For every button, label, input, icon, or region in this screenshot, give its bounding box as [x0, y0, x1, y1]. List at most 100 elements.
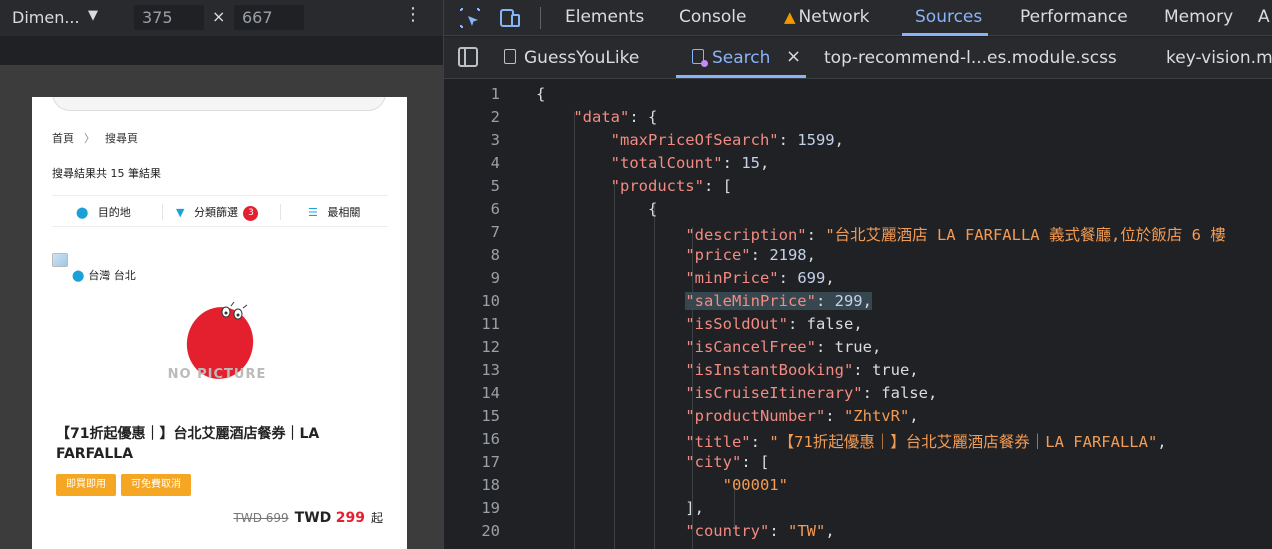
code-line[interactable]: 12 "isCancelFree": true, [444, 338, 1272, 361]
file-tab-top-recommend[interactable]: top-recommend-l...es.module.scss [824, 48, 1117, 68]
line-number[interactable]: 18 [444, 476, 500, 494]
code-line[interactable]: 2 "data": { [444, 108, 1272, 131]
code-editor[interactable]: 1{2 "data": {3 "maxPriceOfSearch": 1599,… [444, 80, 1272, 549]
device-dimensions-dropdown[interactable]: Dimen... [12, 8, 80, 27]
sale-price: 299 [335, 510, 365, 526]
code-line[interactable]: 8 "price": 2198, [444, 246, 1272, 269]
tab-sources[interactable]: Sources [915, 7, 982, 27]
code-line[interactable]: 10 "saleMinPrice": 299, [444, 292, 1272, 315]
line-number[interactable]: 15 [444, 407, 500, 425]
filter-category[interactable]: ▼ 分類篩選 3 [176, 204, 259, 221]
funnel-icon: ▼ [176, 206, 185, 219]
code-line[interactable]: 7 "description": "台北艾麗酒店 LA FARFALLA 義式餐… [444, 223, 1272, 246]
file-tab-guessyoulike[interactable]: GuessYouLike [504, 48, 639, 68]
times-icon: × [212, 7, 226, 26]
code-text: "isCancelFree": true, [685, 338, 882, 356]
line-number[interactable]: 10 [444, 292, 500, 310]
location-pin-icon: ⬤ [72, 269, 85, 282]
sort-lines-icon: ☰ [308, 206, 318, 219]
filter-destination[interactable]: ⬤ 目的地 [76, 204, 131, 220]
file-tab-label: GuessYouLike [524, 48, 640, 68]
product-location-text: 台灣 台北 [88, 269, 136, 282]
line-number[interactable]: 16 [444, 430, 500, 448]
device-toolbar-icon[interactable] [498, 6, 522, 30]
tab-memory[interactable]: Memory [1164, 7, 1233, 27]
tab-console[interactable]: Console [679, 7, 747, 27]
code-line[interactable]: 20 "country": "TW", [444, 522, 1272, 545]
code-text: "00001" [722, 476, 788, 494]
divider [280, 204, 281, 220]
code-text: { [536, 200, 658, 218]
tab-elements[interactable]: Elements [565, 7, 644, 27]
code-line[interactable]: 9 "minPrice": 699, [444, 269, 1272, 292]
code-text: "isInstantBooking": true, [685, 361, 919, 379]
line-number[interactable]: 5 [444, 177, 500, 195]
devtools-tab-bar: Elements Console ▲ Network Sources Perfor… [444, 0, 1272, 36]
line-number[interactable]: 6 [444, 200, 500, 218]
code-text: "country": "TW", [685, 522, 835, 540]
code-line[interactable]: 14 "isCruiseItinerary": false, [444, 384, 1272, 407]
location-pin-icon: ⬤ [76, 206, 89, 219]
sort-label: 最相關 [327, 206, 361, 219]
line-number[interactable]: 13 [444, 361, 500, 379]
tab-performance[interactable]: Performance [1020, 7, 1128, 27]
breadcrumb-home[interactable]: 首頁 [52, 132, 74, 145]
line-number[interactable]: 4 [444, 154, 500, 172]
code-text: "products": [ [610, 177, 732, 195]
line-number[interactable]: 7 [444, 223, 500, 241]
line-number[interactable]: 3 [444, 131, 500, 149]
line-number[interactable]: 2 [444, 108, 500, 126]
product-title[interactable]: 【71折起優惠｜】台北艾麗酒店餐券｜LA FARFALLA [56, 424, 376, 464]
line-number[interactable]: 1 [444, 85, 500, 103]
line-number[interactable]: 19 [444, 499, 500, 517]
code-line[interactable]: 1{ [444, 85, 1272, 108]
toggle-navigator-icon[interactable] [458, 47, 478, 67]
file-tab-search[interactable]: Search [692, 48, 770, 68]
tag-instant-use: 即買即用 [56, 474, 116, 496]
line-number[interactable]: 12 [444, 338, 500, 356]
code-line[interactable]: 18 "00001" [444, 476, 1272, 499]
code-text: "title": "【71折起優惠｜】台北艾麗酒店餐券｜LA FARFALLA"… [685, 433, 1167, 451]
device-ruler [0, 36, 443, 66]
line-number[interactable]: 8 [444, 246, 500, 264]
modified-file-icon [692, 49, 708, 67]
search-match-highlight: "saleMinPrice": 299, [685, 292, 872, 310]
price-suffix: 起 [370, 511, 383, 525]
close-icon[interactable]: × [786, 46, 801, 67]
filter-category-label: 分類篩選 [193, 206, 238, 219]
code-line[interactable]: 6 { [444, 200, 1272, 223]
tab-application[interactable]: A [1258, 7, 1270, 27]
line-number[interactable]: 20 [444, 522, 500, 540]
tab-network[interactable]: ▲ Network [784, 7, 870, 27]
product-tags: 即買即用 可免費取消 [56, 472, 196, 496]
code-line[interactable]: 5 "products": [ [444, 177, 1272, 200]
line-number[interactable]: 14 [444, 384, 500, 402]
sort-menu[interactable]: ☰ 最相關 [308, 204, 360, 220]
line-number[interactable]: 17 [444, 453, 500, 471]
line-number[interactable]: 11 [444, 315, 500, 333]
code-text: "minPrice": 699, [685, 269, 835, 287]
product-price: TWD 699 TWD 299 起 [234, 509, 383, 526]
file-tab-key-vision[interactable]: key-vision.m [1166, 48, 1272, 68]
device-height-input[interactable]: 667 [234, 5, 304, 30]
more-options-icon[interactable]: ⋮ [404, 6, 422, 24]
code-text: "isCruiseItinerary": false, [685, 384, 938, 402]
code-line[interactable]: 3 "maxPriceOfSearch": 1599, [444, 131, 1272, 154]
inspect-element-icon[interactable] [458, 6, 482, 30]
price-currency: TWD [294, 510, 332, 526]
code-text: "productNumber": "ZhtvR", [685, 407, 919, 425]
code-line[interactable]: 13 "isInstantBooking": true, [444, 361, 1272, 384]
chevron-down-icon[interactable]: ▼ [88, 8, 98, 23]
device-width-input[interactable]: 375 [134, 5, 204, 30]
search-input[interactable] [52, 97, 386, 111]
code-line[interactable]: 11 "isSoldOut": false, [444, 315, 1272, 338]
code-text: "saleMinPrice": 299, [536, 292, 872, 310]
code-line[interactable]: 15 "productNumber": "ZhtvR", [444, 407, 1272, 430]
code-line[interactable]: 4 "totalCount": 15, [444, 154, 1272, 177]
line-number[interactable]: 9 [444, 269, 500, 287]
code-line[interactable]: 19 ], [444, 499, 1272, 522]
toolbar-divider [540, 7, 541, 29]
code-line[interactable]: 17 "city": [ [444, 453, 1272, 476]
breadcrumb-search[interactable]: 搜尋頁 [105, 132, 138, 145]
code-line[interactable]: 16 "title": "【71折起優惠｜】台北艾麗酒店餐券｜LA FARFAL… [444, 430, 1272, 453]
